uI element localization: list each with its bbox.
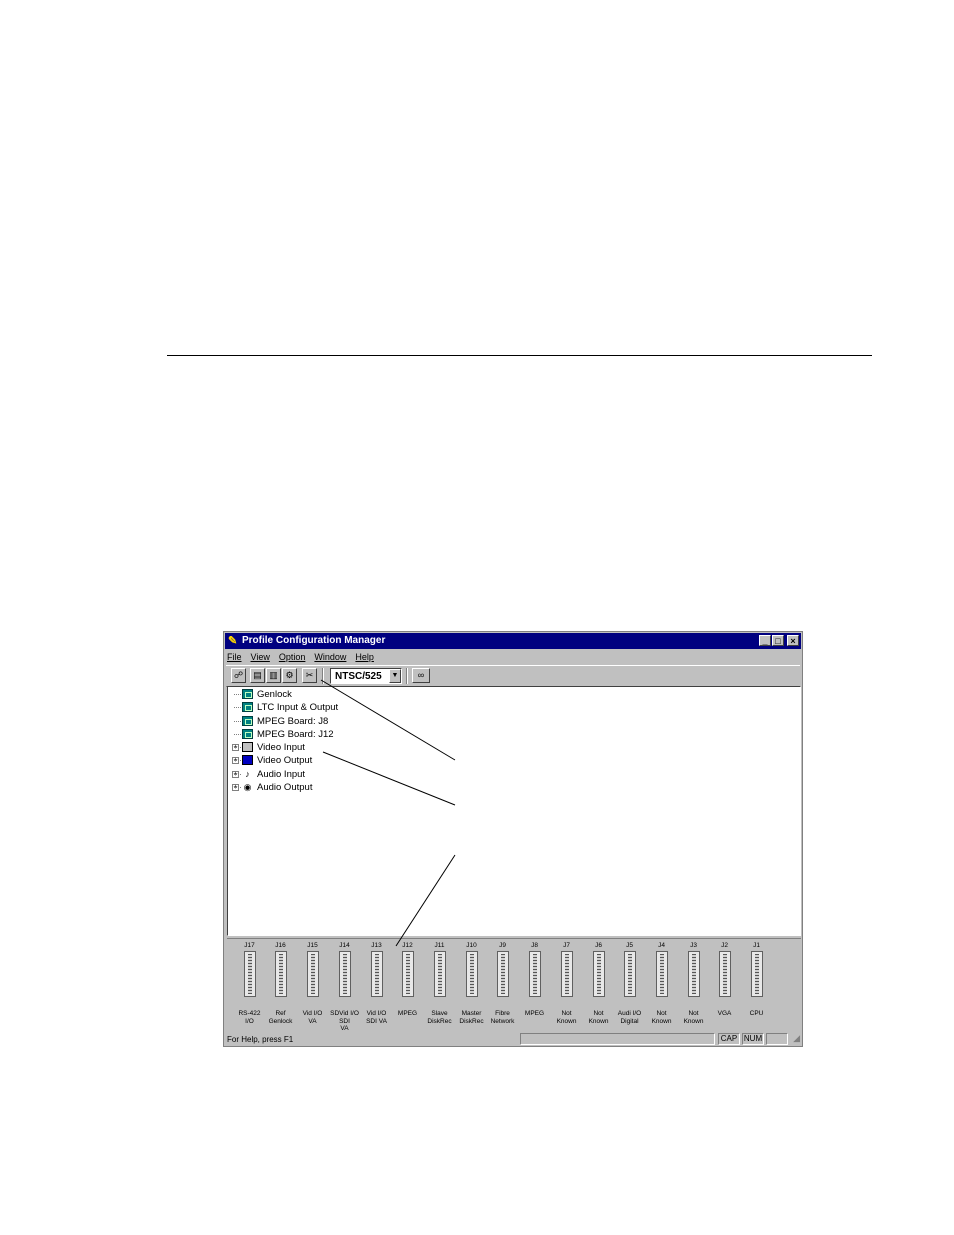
callout-line-tree <box>322 751 456 806</box>
callout-line-toolbar <box>320 679 456 761</box>
callout-lines <box>320 679 456 947</box>
callout-line-slots <box>395 854 456 947</box>
